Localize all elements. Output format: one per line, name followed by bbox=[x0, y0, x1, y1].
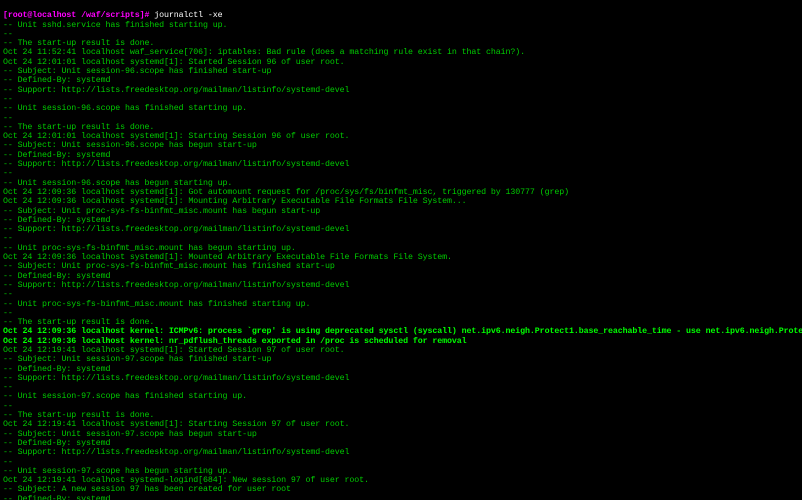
log-line: -- Unit session-96.scope has begun start… bbox=[3, 179, 799, 188]
log-line: -- bbox=[3, 402, 799, 411]
log-line: -- Unit proc-sys-fs-binfmt_misc.mount ha… bbox=[3, 244, 799, 253]
log-line: -- Subject: Unit proc-sys-fs-binfmt_misc… bbox=[3, 207, 799, 216]
log-line: -- bbox=[3, 458, 799, 467]
terminal-viewport[interactable]: [root@localhost /waf/scripts]# journalct… bbox=[0, 0, 802, 500]
log-line: -- Unit proc-sys-fs-binfmt_misc.mount ha… bbox=[3, 300, 799, 309]
log-line: Oct 24 12:19:41 localhost systemd[1]: St… bbox=[3, 346, 799, 355]
log-line: -- Subject: Unit session-97.scope has fi… bbox=[3, 355, 799, 364]
log-line: -- bbox=[3, 290, 799, 299]
log-line: -- Defined-By: systemd bbox=[3, 272, 799, 281]
log-line: -- bbox=[3, 309, 799, 318]
log-line: -- Subject: Unit session-96.scope has be… bbox=[3, 141, 799, 150]
log-line: -- Subject: A new session 97 has been cr… bbox=[3, 485, 799, 494]
log-line: Oct 24 12:09:36 localhost systemd[1]: Mo… bbox=[3, 197, 799, 206]
log-line: -- bbox=[3, 95, 799, 104]
log-line: -- Unit session-97.scope has finished st… bbox=[3, 392, 799, 401]
log-line: -- bbox=[3, 30, 799, 39]
log-line: -- The start-up result is done. bbox=[3, 411, 799, 420]
log-line: -- The start-up result is done. bbox=[3, 123, 799, 132]
log-output: -- Unit sshd.service has finished starti… bbox=[3, 21, 799, 500]
log-line: -- Support: http://lists.freedesktop.org… bbox=[3, 160, 799, 169]
prompt-line: [root@localhost /waf/scripts]# journalct… bbox=[3, 11, 799, 20]
log-line: -- Unit session-96.scope has finished st… bbox=[3, 104, 799, 113]
log-line: -- Support: http://lists.freedesktop.org… bbox=[3, 225, 799, 234]
log-line: -- Defined-By: systemd bbox=[3, 365, 799, 374]
log-line: Oct 24 12:09:36 localhost systemd[1]: Mo… bbox=[3, 253, 799, 262]
log-line: -- Support: http://lists.freedesktop.org… bbox=[3, 448, 799, 457]
log-line: Oct 24 12:01:01 localhost systemd[1]: St… bbox=[3, 58, 799, 67]
log-line: -- Support: http://lists.freedesktop.org… bbox=[3, 374, 799, 383]
log-line: -- The start-up result is done. bbox=[3, 318, 799, 327]
log-line: -- Support: http://lists.freedesktop.org… bbox=[3, 86, 799, 95]
typed-command: journalctl -xe bbox=[154, 11, 222, 20]
log-line: Oct 24 12:09:36 localhost kernel: ICMPv6… bbox=[3, 327, 799, 336]
log-line: Oct 24 12:09:36 localhost kernel: nr_pdf… bbox=[3, 337, 799, 346]
log-line: -- Unit sshd.service has finished starti… bbox=[3, 21, 799, 30]
shell-prompt: [root@localhost /waf/scripts]# bbox=[3, 11, 154, 20]
log-line: Oct 24 11:52:41 localhost waf_service[70… bbox=[3, 48, 799, 57]
log-line: -- Support: http://lists.freedesktop.org… bbox=[3, 281, 799, 290]
log-line: -- bbox=[3, 234, 799, 243]
log-line: -- Defined-By: systemd bbox=[3, 495, 799, 500]
log-line: -- Defined-By: systemd bbox=[3, 76, 799, 85]
log-line: Oct 24 12:19:41 localhost systemd[1]: St… bbox=[3, 420, 799, 429]
log-line: -- Defined-By: systemd bbox=[3, 439, 799, 448]
log-line: -- Defined-By: systemd bbox=[3, 216, 799, 225]
log-line: -- Defined-By: systemd bbox=[3, 151, 799, 160]
log-line: -- Subject: Unit session-96.scope has fi… bbox=[3, 67, 799, 76]
log-line: -- Subject: Unit proc-sys-fs-binfmt_misc… bbox=[3, 262, 799, 271]
log-line: Oct 24 12:09:36 localhost systemd[1]: Go… bbox=[3, 188, 799, 197]
log-line: -- Unit session-97.scope has begun start… bbox=[3, 467, 799, 476]
log-line: -- Subject: Unit session-97.scope has be… bbox=[3, 430, 799, 439]
log-line: -- bbox=[3, 169, 799, 178]
log-line: -- bbox=[3, 114, 799, 123]
